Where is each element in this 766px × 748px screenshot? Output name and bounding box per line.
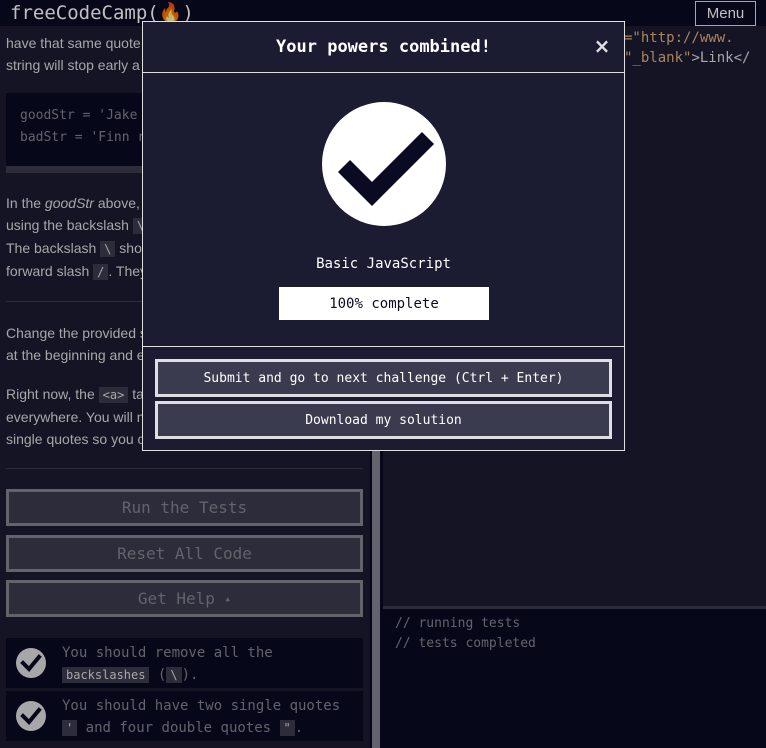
challenge-complete-modal: Your powers combined! × Basic JavaScript… <box>142 21 625 451</box>
modal-body: Basic JavaScript 100% complete <box>143 74 624 346</box>
download-solution-button[interactable]: Download my solution <box>155 401 612 439</box>
close-icon[interactable]: × <box>592 34 612 58</box>
modal-title: Your powers combined! <box>276 37 491 57</box>
progress-text: 100% complete <box>329 295 439 312</box>
success-check-icon <box>322 102 446 226</box>
submit-next-challenge-button[interactable]: Submit and go to next challenge (Ctrl + … <box>155 359 612 397</box>
certification-name: Basic JavaScript <box>316 256 451 272</box>
modal-footer: Submit and go to next challenge (Ctrl + … <box>143 346 624 450</box>
check-mark-icon <box>337 131 435 207</box>
completion-progress-bar: 100% complete <box>279 287 489 320</box>
modal-header: Your powers combined! × <box>143 22 624 73</box>
